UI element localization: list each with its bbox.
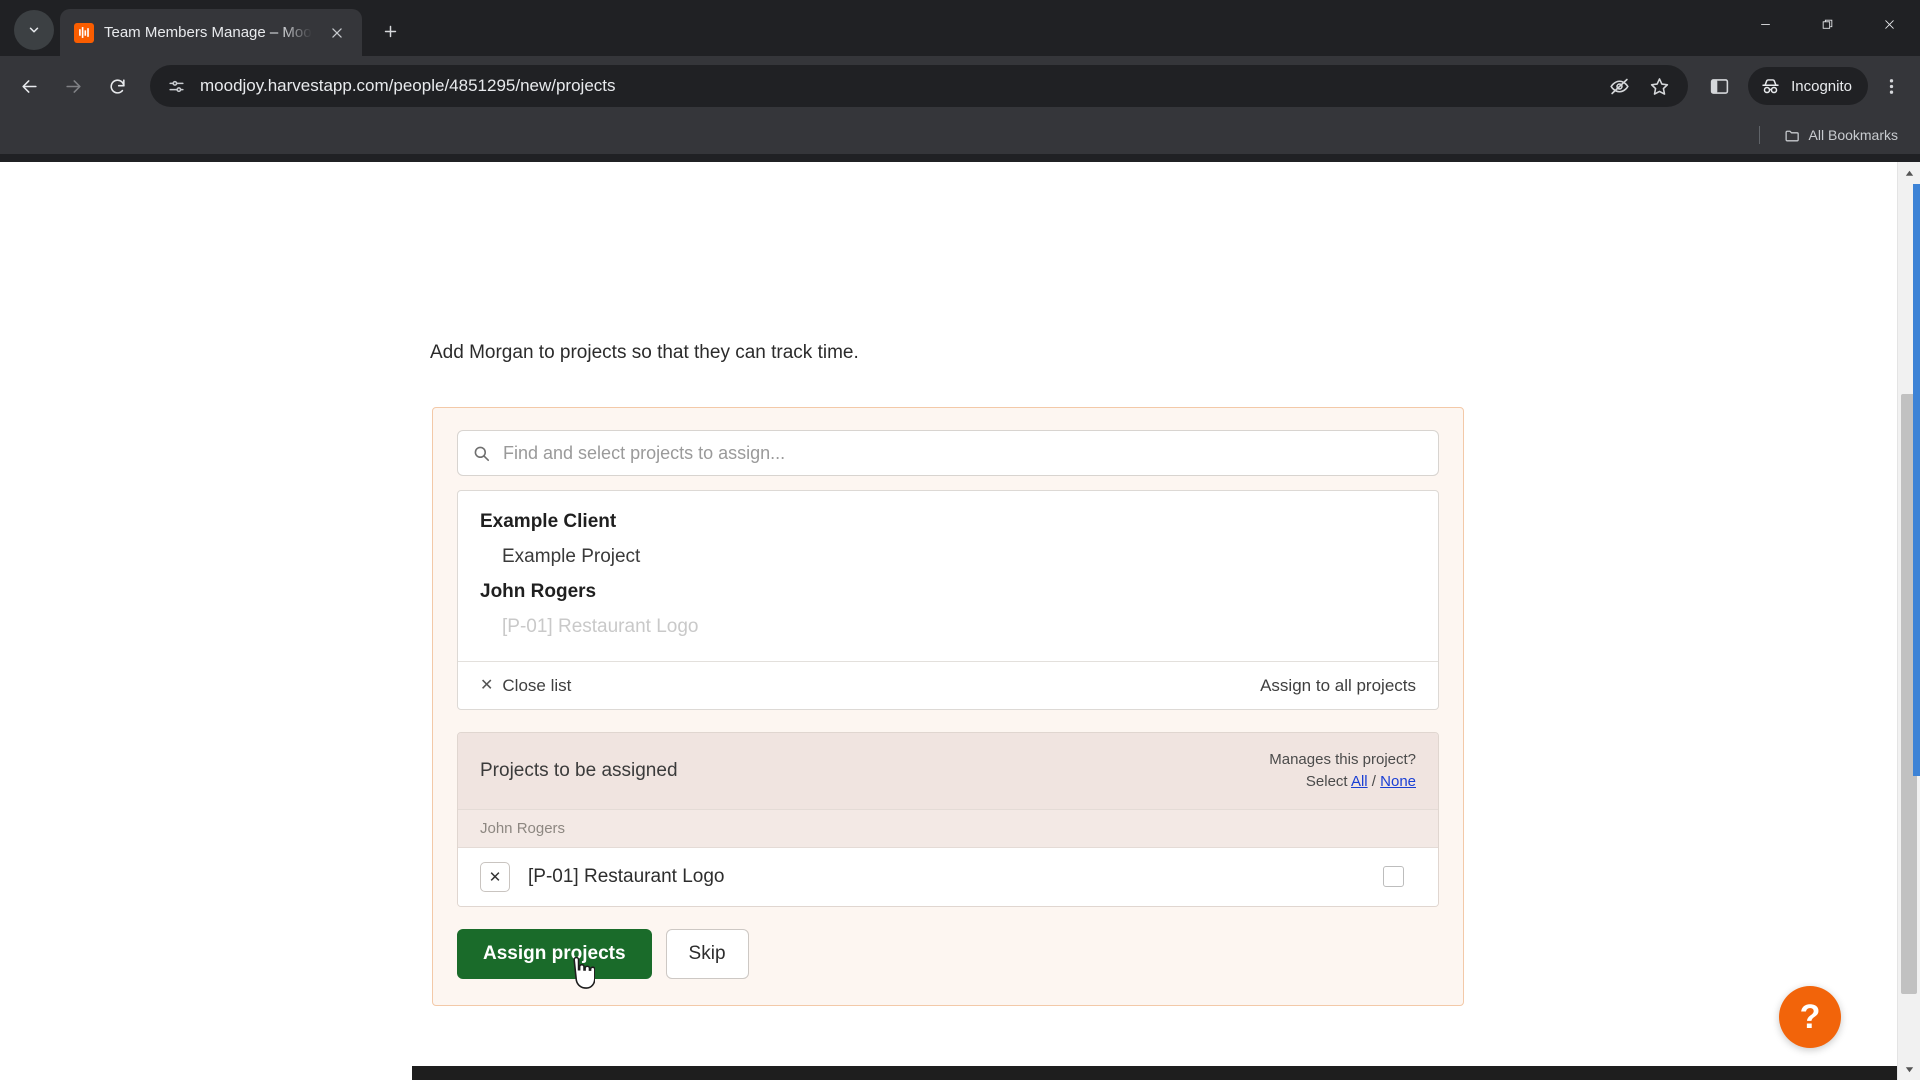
forward-button[interactable] [52, 65, 94, 107]
all-bookmarks-label: All Bookmarks [1808, 127, 1898, 143]
page-content: Add Morgan to projects so that they can … [0, 162, 1897, 1080]
page-scrollbar[interactable] [1897, 162, 1920, 1080]
harvest-favicon [74, 22, 94, 43]
side-panel-icon[interactable] [1700, 67, 1738, 105]
page-bottom-left [0, 1066, 412, 1080]
select-all-link[interactable]: All [1351, 773, 1368, 790]
skip-button[interactable]: Skip [665, 928, 749, 979]
assigned-header: Projects to be assigned Manages this pro… [458, 733, 1438, 809]
omnibox-actions [1604, 71, 1674, 101]
scrollbar-selection-highlight [1913, 184, 1920, 776]
assign-projects-card: Example Client Example Project John Roge… [432, 407, 1464, 1006]
tune-icon[interactable] [166, 76, 186, 96]
tab-strip: Team Members Manage – Moo [0, 0, 1920, 56]
maximize-button[interactable] [1796, 0, 1858, 48]
search-icon [474, 446, 490, 461]
tab-search-button[interactable] [14, 10, 54, 50]
scroll-down-arrow[interactable] [1898, 1058, 1920, 1080]
divider [1758, 126, 1760, 144]
all-bookmarks-button[interactable]: All Bookmarks [1778, 123, 1904, 148]
address-bar[interactable]: moodjoy.harvestapp.com/people/4851295/ne… [150, 65, 1689, 107]
assigned-project-name: [P-01] Restaurant Logo [528, 865, 725, 887]
assign-to-all-projects-link[interactable]: Assign to all projects [1260, 676, 1416, 696]
url-text: moodjoy.harvestapp.com/people/4851295/ne… [200, 76, 616, 95]
select-label: Select [1305, 772, 1348, 790]
manages-column-header: Manages this project? Select All / None [1269, 749, 1416, 793]
back-button[interactable] [8, 65, 50, 107]
page-bottom-strip [0, 1066, 1897, 1080]
scroll-up-arrow[interactable] [1898, 162, 1920, 184]
client-group-heading: John Rogers [480, 581, 597, 602]
page-viewport: Add Morgan to projects so that they can … [0, 162, 1920, 1080]
toolbar-right: Incognito [1700, 67, 1910, 105]
assigned-title: Projects to be assigned [480, 759, 678, 781]
close-window-button[interactable] [1858, 0, 1920, 48]
close-list-button[interactable]: ✕ Close list [480, 676, 571, 696]
star-icon[interactable] [1644, 71, 1674, 101]
intro-text: Add Morgan to projects so that they can … [430, 342, 859, 363]
reload-button[interactable] [96, 65, 138, 107]
project-search-field[interactable] [457, 430, 1439, 476]
browser-tab[interactable]: Team Members Manage – Moo [60, 9, 362, 56]
folder-icon [1785, 130, 1799, 141]
assigned-group-label: John Rogers [458, 808, 1438, 848]
new-tab-button[interactable] [374, 14, 408, 48]
select-separator: / [1371, 772, 1376, 790]
bookmarks-bar: All Bookmarks [0, 116, 1920, 154]
question-mark-icon: ? [1799, 998, 1821, 1036]
close-list-label: Close list [502, 675, 572, 695]
assigned-project-row: ✕ [P-01] Restaurant Logo [458, 847, 1438, 906]
projects-to-be-assigned-panel: Projects to be assigned Manages this pro… [457, 732, 1439, 907]
manages-project-checkbox[interactable] [1383, 866, 1404, 887]
eye-off-icon[interactable] [1604, 71, 1634, 101]
close-icon[interactable] [322, 18, 352, 48]
project-option[interactable]: [P-01] Restaurant Logo [458, 609, 1438, 645]
tab-title: Team Members Manage – Moo [104, 24, 312, 41]
card-actions: Assign projects Skip [457, 928, 1439, 989]
browser-toolbar: moodjoy.harvestapp.com/people/4851295/ne… [0, 56, 1920, 116]
help-button[interactable]: ? [1779, 986, 1841, 1048]
profile-label: Incognito [1791, 77, 1852, 95]
project-picker-dropdown: Example Client Example Project John Roge… [457, 490, 1439, 710]
project-picker-list: Example Client Example Project John Roge… [458, 491, 1438, 661]
close-icon: ✕ [480, 676, 494, 694]
manages-label: Manages this project? [1269, 751, 1416, 768]
assign-projects-button[interactable]: Assign projects [457, 928, 652, 979]
client-group-heading: Example Client [480, 511, 617, 532]
project-picker-footer: ✕ Close list Assign to all projects [458, 661, 1438, 709]
remove-project-button[interactable]: ✕ [480, 861, 510, 892]
project-option[interactable]: Example Project [458, 539, 1438, 575]
minimize-button[interactable] [1734, 0, 1796, 48]
kebab-menu-icon[interactable] [1872, 67, 1910, 105]
select-none-link[interactable]: None [1380, 773, 1416, 790]
window-controls [1734, 0, 1920, 48]
browser-window: Team Members Manage – Moo moodjoy.harves… [0, 0, 1920, 1080]
incognito-profile-button[interactable]: Incognito [1748, 67, 1868, 105]
search-input[interactable] [503, 442, 1424, 464]
